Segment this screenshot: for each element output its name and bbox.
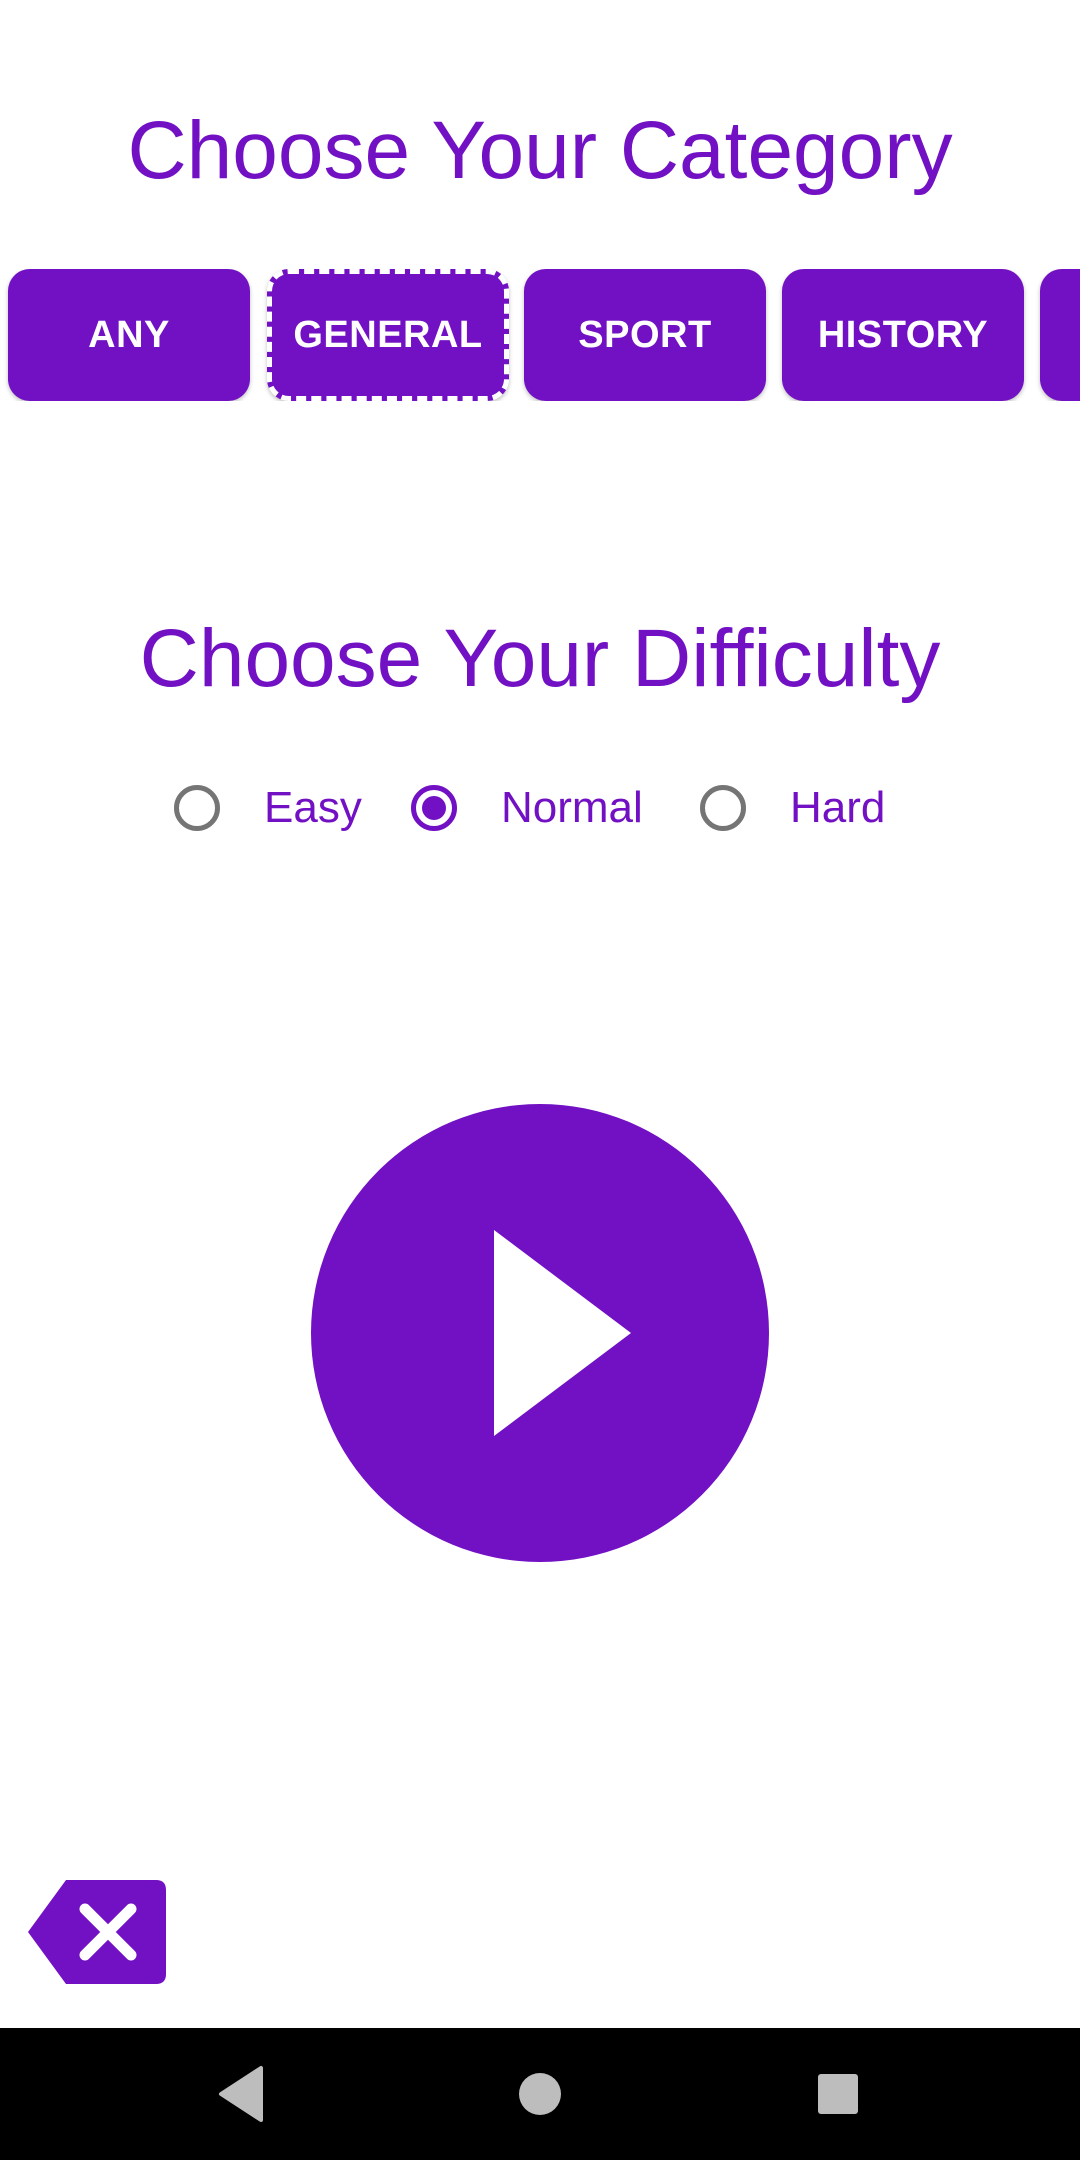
back-triangle-icon [219, 2066, 263, 2122]
radio-unchecked-icon[interactable] [700, 785, 746, 831]
category-next-button-partial[interactable] [1040, 269, 1080, 401]
category-general-button[interactable]: GENERAL [267, 269, 509, 401]
radio-unchecked-icon[interactable] [174, 785, 220, 831]
backspace-clear-icon [28, 1880, 166, 1984]
radio-checked-icon[interactable] [411, 785, 457, 831]
play-button[interactable] [311, 1104, 769, 1562]
recents-square-icon [818, 2074, 858, 2114]
clear-button[interactable] [28, 1880, 168, 1984]
play-icon [494, 1230, 631, 1436]
category-sport-button[interactable]: SPORT [524, 269, 766, 401]
nav-back-button[interactable] [175, 2028, 307, 2160]
difficulty-easy-label[interactable]: Easy [264, 786, 362, 830]
difficulty-normal-label[interactable]: Normal [501, 786, 643, 830]
nav-recents-button[interactable] [772, 2028, 904, 2160]
difficulty-hard-radio[interactable]: Hard [700, 778, 885, 838]
app-screen: Choose Your Category ANY GENERAL SPORT H… [0, 0, 1080, 2160]
difficulty-normal-radio[interactable]: Normal [411, 778, 643, 838]
home-circle-icon [519, 2073, 561, 2115]
nav-home-button[interactable] [474, 2028, 606, 2160]
difficulty-radio-group: Easy Normal Hard [0, 778, 1080, 838]
difficulty-title: Choose Your Difficulty [139, 613, 941, 704]
category-title: Choose Your Category [127, 105, 953, 196]
category-button-row: ANY GENERAL SPORT HISTORY [0, 269, 1080, 401]
category-history-button[interactable]: HISTORY [782, 269, 1024, 401]
difficulty-easy-radio[interactable]: Easy [174, 778, 362, 838]
category-any-button[interactable]: ANY [8, 269, 250, 401]
difficulty-hard-label[interactable]: Hard [790, 786, 885, 830]
system-navigation-bar [0, 2028, 1080, 2160]
